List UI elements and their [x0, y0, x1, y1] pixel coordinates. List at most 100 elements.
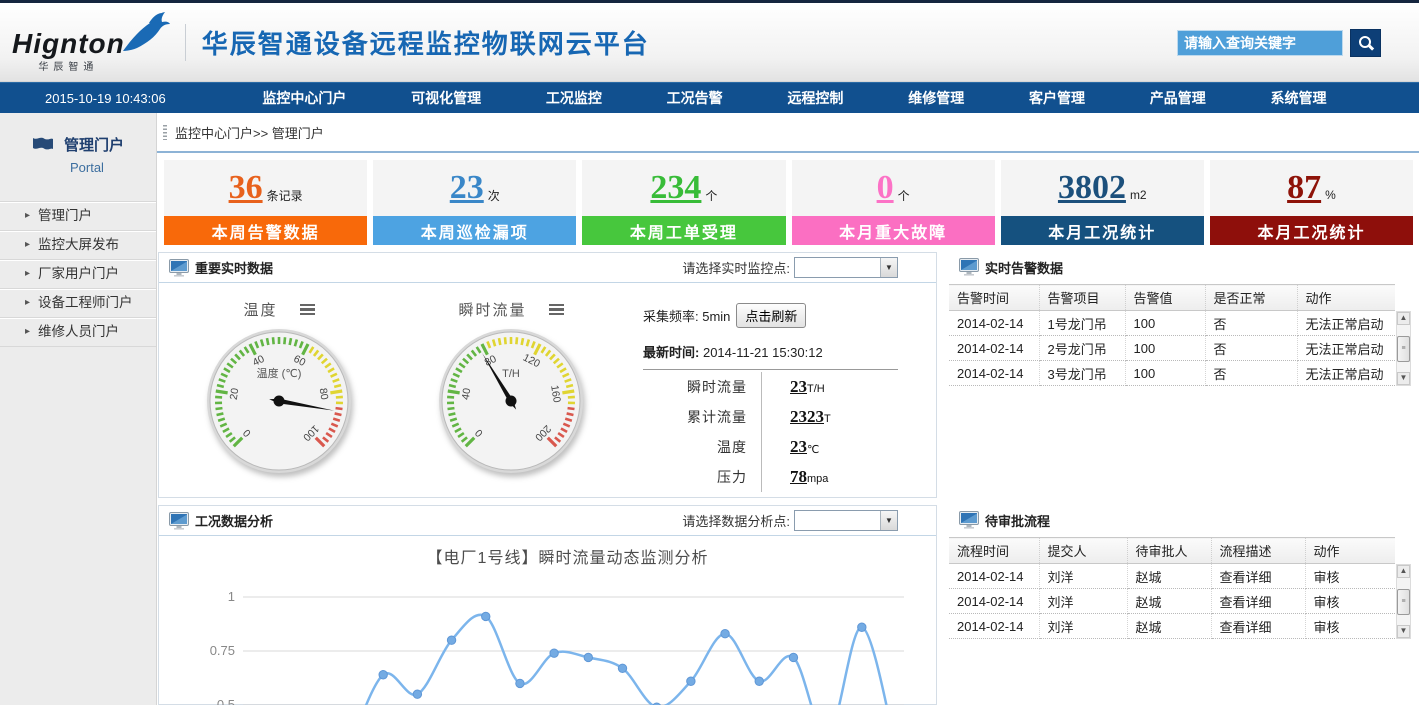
main-area: 监控中心门户>> 管理门户 36条记录本周告警数据23次本周巡检漏项234个本周…: [157, 113, 1419, 705]
triangle-icon: ▸: [25, 260, 30, 288]
nav-item-1[interactable]: 可视化管理: [411, 88, 481, 108]
approval-table: 流程时间提交人待审批人流程描述动作2014-02-14刘洋赵城查看详细审核201…: [949, 537, 1395, 639]
approval-col-header: 流程时间: [949, 538, 1039, 564]
alarm-table-scrollbar[interactable]: ▲ ≡ ▼: [1396, 311, 1411, 386]
approval-row-0: 2014-02-14刘洋赵城查看详细审核: [949, 564, 1395, 589]
nav-item-0[interactable]: 监控中心门户: [262, 88, 346, 108]
scroll-thumb[interactable]: ≡: [1397, 336, 1410, 362]
stat-value[interactable]: 0: [877, 169, 894, 207]
approval-cell: 赵城: [1127, 614, 1211, 639]
gauge-menu-icon[interactable]: [549, 302, 564, 318]
alarm-cell: 100: [1125, 311, 1205, 336]
refresh-button[interactable]: 点击刷新: [736, 303, 806, 328]
svg-text:20: 20: [228, 387, 242, 401]
frequency-label: 采集频率: 5min: [643, 306, 730, 325]
metric-row-0: 瞬时流量23T/H: [637, 372, 932, 402]
gauge-title-temperature: 温度: [243, 299, 277, 320]
approval-table-scrollbar[interactable]: ▲ ≡ ▼: [1396, 564, 1411, 639]
triangle-icon: ▸: [25, 231, 30, 259]
sidebar-item-2[interactable]: ▸厂家用户门户: [0, 260, 156, 289]
metric-list: 瞬时流量23T/H累计流量2323T温度23℃压力78mpa: [637, 372, 932, 492]
alarm-col-header: 告警时间: [949, 285, 1039, 311]
scroll-thumb[interactable]: ≡: [1397, 589, 1410, 615]
approval-row-2: 2014-02-14刘洋赵城查看详细审核: [949, 614, 1395, 639]
sidebar-item-0[interactable]: ▸管理门户: [0, 202, 156, 231]
stat-value[interactable]: 87: [1287, 169, 1321, 207]
chevron-down-icon: ▼: [880, 511, 897, 530]
section-approvals: 待审批流程 流程时间提交人待审批人流程描述动作2014-02-14刘洋赵城查看详…: [949, 505, 1411, 705]
alarm-cell: 3号龙门吊: [1039, 361, 1125, 386]
temperature-gauge-block: 温度 020406080100温度 (℃): [163, 289, 395, 492]
svg-text:40: 40: [460, 387, 474, 401]
nav-item-6[interactable]: 客户管理: [1029, 88, 1085, 108]
scroll-down-icon[interactable]: ▼: [1397, 372, 1410, 385]
deer-logo-icon: [119, 11, 171, 55]
temperature-gauge: 020406080100温度 (℃): [204, 326, 354, 476]
latest-time-value: 2014-11-21 15:30:12: [703, 345, 823, 360]
stat-card-2: 234个本周工单受理: [582, 160, 785, 245]
sidebar-item-4[interactable]: ▸维修人员门户: [0, 318, 156, 347]
metric-unit: ℃: [807, 443, 819, 456]
approval-cell: 刘洋: [1039, 614, 1127, 639]
nav-item-4[interactable]: 远程控制: [787, 88, 843, 108]
logo-subtext: 华辰智通: [12, 58, 125, 73]
metric-value: 78: [790, 467, 807, 487]
section-analysis: 工况数据分析 请选择数据分析点: ▼ 【电厂1号线】瞬时流量动态监测分析 10.…: [158, 505, 937, 705]
approval-cell: 刘洋: [1039, 589, 1127, 614]
sidebar-item-3[interactable]: ▸设备工程师门户: [0, 289, 156, 318]
metric-name: 瞬时流量: [637, 377, 747, 397]
nav-item-3[interactable]: 工况告警: [667, 88, 723, 108]
chart-title: 【电厂1号线】瞬时流量动态监测分析: [199, 544, 936, 568]
monitor-icon: [169, 512, 189, 530]
section-alarms: 实时告警数据 告警时间告警项目告警值是否正常动作2014-02-141号龙门吊1…: [949, 252, 1411, 498]
nav-item-2[interactable]: 工况监控: [546, 88, 602, 108]
search-input[interactable]: [1177, 30, 1343, 56]
stat-value[interactable]: 23: [450, 169, 484, 207]
stat-value[interactable]: 234: [650, 169, 701, 207]
stat-unit: 个: [898, 187, 910, 204]
nav-item-8[interactable]: 系统管理: [1271, 88, 1327, 108]
stat-label: 本周巡检漏项: [373, 216, 576, 245]
alarm-cell: 2014-02-14: [949, 311, 1039, 336]
approval-cell: 2014-02-14: [949, 614, 1039, 639]
monitor-icon: [959, 511, 979, 529]
search-button[interactable]: [1350, 29, 1381, 57]
alarm-cell: 2号龙门吊: [1039, 336, 1125, 361]
breadcrumb: 监控中心门户>> 管理门户: [175, 123, 324, 142]
nav-item-5[interactable]: 维修管理: [908, 88, 964, 108]
scroll-up-icon[interactable]: ▲: [1397, 312, 1410, 325]
section-realtime-data: 重要实时数据 请选择实时监控点: ▼ 温度 0: [158, 252, 937, 498]
breadcrumb-bar: 监控中心门户>> 管理门户: [157, 113, 1419, 153]
approval-cell: 查看详细: [1211, 589, 1305, 614]
logo: Hignton 华辰智通: [12, 11, 171, 73]
metric-value: 23: [790, 377, 807, 397]
sidebar-item-1[interactable]: ▸监控大屏发布: [0, 231, 156, 260]
stat-value[interactable]: 36: [229, 169, 263, 207]
scroll-down-icon[interactable]: ▼: [1397, 625, 1410, 638]
stat-label: 本月工况统计: [1210, 216, 1413, 245]
approval-col-header: 提交人: [1039, 538, 1127, 564]
triangle-icon: ▸: [25, 202, 30, 230]
nav-item-7[interactable]: 产品管理: [1150, 88, 1206, 108]
flag-icon: [32, 137, 54, 155]
alarm-cell: 无法正常启动: [1297, 336, 1395, 361]
monitor-point-select[interactable]: ▼: [794, 257, 898, 278]
approval-cell: 刘洋: [1039, 564, 1127, 589]
stat-card-4: 3802m2本月工况统计: [1001, 160, 1204, 245]
stat-card-5: 87%本月工况统计: [1210, 160, 1413, 245]
svg-text:1: 1: [228, 589, 235, 604]
approval-cell: 2014-02-14: [949, 589, 1039, 614]
svg-text:0.5: 0.5: [217, 697, 235, 705]
gauge-menu-icon[interactable]: [300, 302, 315, 318]
analysis-point-select[interactable]: ▼: [794, 510, 898, 531]
stat-value[interactable]: 3802: [1058, 169, 1126, 207]
stat-unit: m2: [1130, 188, 1147, 202]
metric-name: 压力: [637, 467, 747, 487]
alarm-col-header: 告警值: [1125, 285, 1205, 311]
portal-subtitle: Portal: [64, 158, 124, 178]
stat-card-3: 0个本月重大故障: [792, 160, 995, 245]
alarm-cell: 否: [1205, 311, 1297, 336]
scroll-up-icon[interactable]: ▲: [1397, 565, 1410, 578]
approval-col-header: 动作: [1305, 538, 1395, 564]
stat-label: 本周告警数据: [164, 216, 367, 245]
